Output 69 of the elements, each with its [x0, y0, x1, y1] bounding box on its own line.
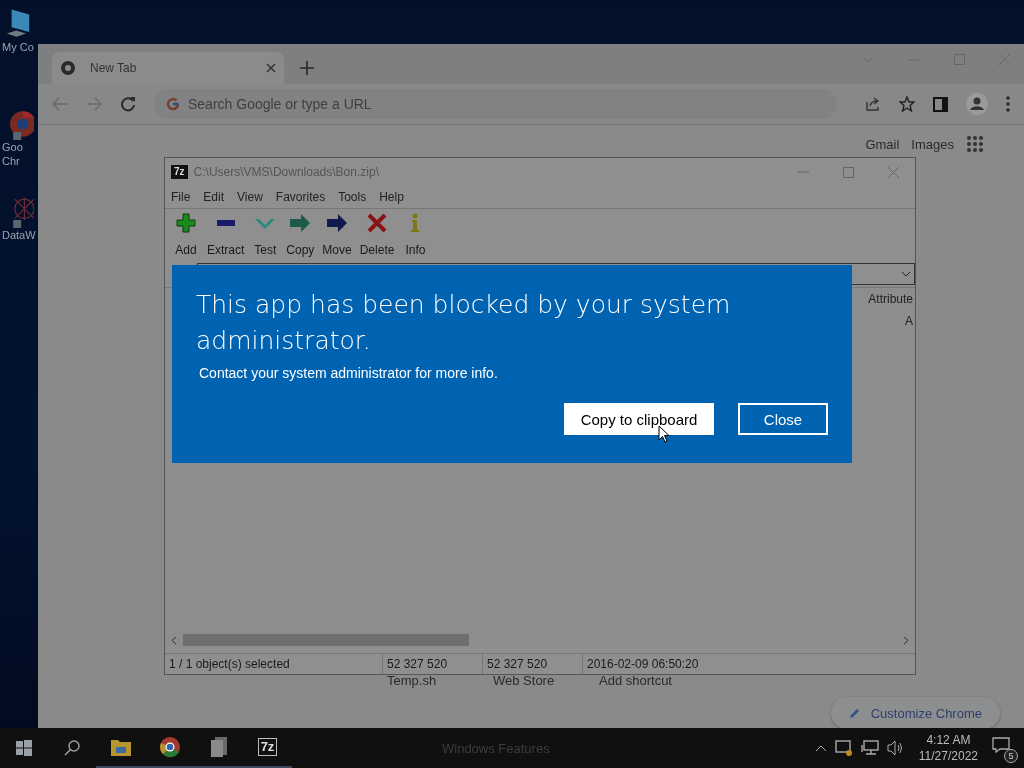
toolbar-button[interactable]: Test	[248, 213, 283, 257]
status-cell-text: 2016-02-09 06:50:20	[586, 656, 700, 673]
documents-icon[interactable]	[208, 736, 229, 758]
header-link[interactable]: Images	[911, 136, 954, 152]
clock-date[interactable]: 11/27/2022	[918, 748, 978, 764]
security-icon[interactable]	[834, 740, 853, 756]
status-cell: 52 327 520	[483, 654, 583, 674]
toolbar-button[interactable]: Move	[318, 213, 356, 257]
status-cell: 1 / 1 object(s) selected	[165, 654, 383, 674]
clock-time[interactable]: 4:12 AM	[926, 732, 971, 748]
notification-icon[interactable]	[992, 737, 1010, 753]
browser-icon[interactable]	[158, 736, 181, 758]
plus-icon	[176, 213, 196, 233]
shortcut-label[interactable]: Add shortcut	[599, 673, 705, 688]
customize-button[interactable]: Customize Chrome	[830, 697, 1000, 729]
browser-tab[interactable]: New Tab	[52, 52, 284, 84]
menu-item[interactable]: View	[237, 190, 263, 204]
delete-icon	[367, 213, 388, 233]
app-logo: 7z	[171, 165, 188, 179]
search-icon[interactable]	[64, 740, 80, 756]
chevron-up-icon[interactable]	[814, 744, 827, 752]
scroll-right-icon[interactable]	[903, 635, 909, 645]
scroll-left-icon[interactable]	[171, 635, 177, 645]
menu-icon[interactable]	[1006, 96, 1010, 112]
shortcut-label[interactable]: Temp.sh	[387, 673, 493, 688]
app-logo[interactable]: 7z	[257, 738, 278, 756]
status-cell: 52 327 520	[383, 654, 483, 674]
copy-button[interactable]: Copy to clipboard	[564, 403, 714, 435]
menu-item[interactable]: Edit	[203, 190, 225, 204]
apps-grid-icon[interactable]	[966, 135, 984, 153]
menu-item[interactable]: Favorites	[275, 190, 326, 204]
address-field[interactable]: Search Google or type a URL	[154, 89, 837, 119]
table-cell: A	[905, 314, 913, 328]
column-header[interactable]: Attribute	[868, 292, 915, 306]
folder-icon[interactable]	[109, 737, 132, 757]
pencil-icon	[848, 707, 861, 719]
toolbar-button[interactable]: Extract	[203, 213, 249, 257]
start-icon[interactable]	[16, 740, 32, 756]
menu-item[interactable]: File	[171, 190, 191, 204]
toolbar-button[interactable]: Add	[169, 213, 203, 257]
network-icon[interactable]	[860, 740, 879, 756]
dialog-message: Contact your system administrator for more info.	[199, 365, 499, 381]
bookmark-star-icon[interactable]	[899, 96, 915, 112]
profile-avatar-icon[interactable]	[966, 93, 988, 115]
menu-item[interactable]: Help	[379, 190, 404, 204]
new-tab-icon[interactable]	[300, 61, 314, 75]
shortcut-label[interactable]: Web Store	[493, 673, 599, 688]
volume-icon[interactable]	[886, 740, 905, 756]
desktop-icon-label: DataW	[2, 228, 36, 242]
header-link[interactable]: Gmail	[865, 136, 900, 152]
info-icon	[409, 213, 422, 233]
arrow-icon	[289, 213, 312, 233]
reload-icon[interactable]	[120, 96, 136, 112]
side-panel-icon[interactable]	[933, 96, 948, 112]
close-icon[interactable]	[266, 63, 276, 73]
close-button[interactable]: Close	[738, 403, 828, 435]
desktop-icon-label: My Co	[2, 40, 34, 54]
desktop-icon-label: Chr	[2, 154, 20, 168]
dialog-title: This app has been blocked by your system administrator.	[196, 289, 732, 357]
share-icon[interactable]	[865, 96, 881, 112]
toolbar-button[interactable]: Delete	[355, 213, 399, 257]
toolbar-button[interactable]: Copy	[282, 213, 319, 257]
window-title: C:\Users\VMS\Downloads\Bon.zip\	[193, 165, 380, 179]
arrow-icon	[326, 213, 349, 233]
menu-item[interactable]: Tools	[338, 190, 367, 204]
notification-count: 5	[1004, 749, 1018, 763]
desktop-icon-label: Goo	[2, 140, 23, 154]
toolbar-button[interactable]: Info	[398, 213, 433, 257]
browser-logo-icon	[60, 60, 76, 76]
